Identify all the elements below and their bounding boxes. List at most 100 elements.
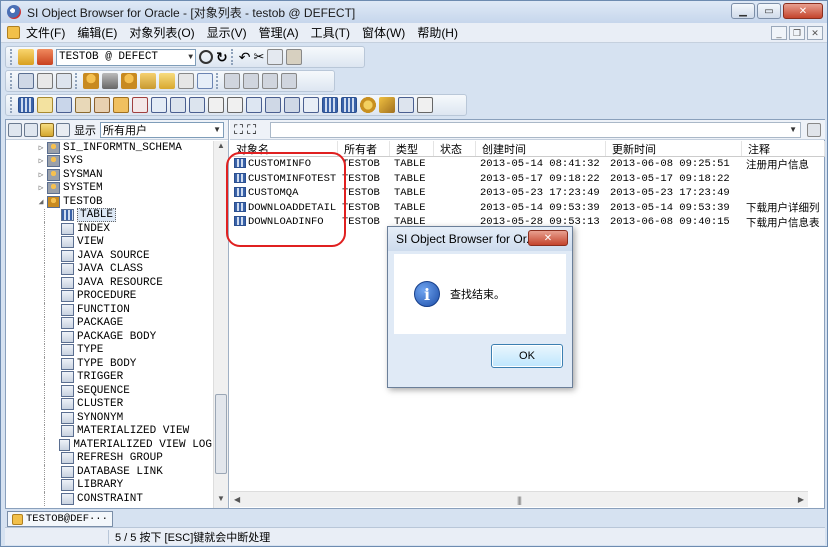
title-bar[interactable]: SI Object Browser for Oracle - [对象列表 - t… <box>1 1 827 23</box>
tree-node[interactable]: CONSTRAINT <box>6 492 212 506</box>
search-input[interactable]: ▼ <box>270 121 801 138</box>
tree-node[interactable]: FUNCTION <box>6 303 212 317</box>
tree-expander-icon[interactable]: ▷ <box>36 143 46 153</box>
menu-view[interactable]: 显示(V) <box>201 24 253 41</box>
database-icon[interactable] <box>102 73 118 89</box>
type-body-icon[interactable] <box>227 97 243 113</box>
tree-node[interactable]: SEQUENCE <box>6 384 212 398</box>
tree-node[interactable]: LIBRARY <box>6 478 212 492</box>
cut-icon[interactable]: ✂ <box>253 49 264 65</box>
tree-node[interactable]: ▷ SYSMAN <box>6 168 212 182</box>
tree-expander-icon[interactable]: ▷ <box>36 170 46 180</box>
table-row[interactable]: DOWNLOADDETAIL TESTOB TABLE 2013-05-14 09:5… <box>230 201 825 215</box>
tree-node[interactable]: DATABASE LINK <box>6 465 212 479</box>
tree-node[interactable]: ▷ SYSTEM <box>6 182 212 196</box>
menu-edit[interactable]: 编辑(E) <box>71 24 123 41</box>
tree-expander-icon[interactable]: ▷ <box>36 183 46 193</box>
ok-button[interactable]: OK <box>491 344 563 368</box>
refresh-icon[interactable]: ↻ <box>216 49 228 66</box>
materialized-view-icon[interactable] <box>322 97 338 113</box>
tree-node[interactable]: JAVA SOURCE <box>6 249 212 263</box>
menu-window[interactable]: 窗体(W) <box>356 24 411 41</box>
menu-object-list[interactable]: 对象列表(O) <box>123 24 200 41</box>
col-type[interactable]: 类型 <box>390 141 434 156</box>
toolbar-grip[interactable] <box>10 97 13 113</box>
toolbar-grip[interactable] <box>10 73 13 89</box>
table-row[interactable]: CUSTOMQA TESTOB TABLE 2013-05-23 17:23:49 20… <box>230 186 825 201</box>
table-row[interactable]: CUSTOMINFOTEST TESTOB TABLE 2013-05-17 09:1… <box>230 172 825 187</box>
schema-icon[interactable] <box>262 73 278 89</box>
disconnect-icon[interactable] <box>37 49 53 65</box>
undo-icon[interactable]: ↶ <box>239 49 251 66</box>
binoculars-icon[interactable]: ⛶ <box>234 122 243 138</box>
menu-admin[interactable]: 管理(A) <box>253 24 305 41</box>
tree-expander-icon[interactable]: ▷ <box>36 156 46 166</box>
tree-node[interactable]: JAVA RESOURCE <box>6 276 212 290</box>
procedure-icon[interactable] <box>132 97 148 113</box>
tree-node[interactable]: PROCEDURE <box>6 289 212 303</box>
stop-icon[interactable] <box>199 50 213 64</box>
tree-node[interactable]: ▷ SI_INFORMTN_SCHEMA <box>6 141 212 155</box>
java-source-icon[interactable] <box>75 97 91 113</box>
tree-node[interactable]: ▷ SYS <box>6 155 212 169</box>
menu-file[interactable]: 文件(F) <box>20 24 71 41</box>
tree-node[interactable]: CLUSTER <box>6 397 212 411</box>
group-icon[interactable] <box>40 122 54 137</box>
tree-node[interactable]: VIEW <box>6 235 212 249</box>
trigger-icon[interactable] <box>246 97 262 113</box>
grid-hscrollbar[interactable]: ◀ ||| ▶ <box>230 491 808 507</box>
tree-node[interactable]: MATERIALIZED VIEW LOG <box>6 438 212 452</box>
view-icon[interactable] <box>56 97 72 113</box>
paste-icon[interactable] <box>286 49 303 65</box>
synonym-icon[interactable] <box>303 97 319 113</box>
col-status[interactable]: 状态 <box>434 141 476 156</box>
package-icon[interactable] <box>170 97 186 113</box>
tree-node[interactable]: TABLE <box>6 208 212 223</box>
tree-node[interactable]: TYPE BODY <box>6 357 212 371</box>
options-icon[interactable] <box>807 122 821 137</box>
table-icon[interactable] <box>18 97 34 113</box>
scroll-up-icon[interactable]: ▲ <box>214 141 228 155</box>
menu-help[interactable]: 帮助(H) <box>411 24 464 41</box>
tree-node[interactable]: TRIGGER <box>6 370 212 384</box>
package-body-icon[interactable] <box>189 97 205 113</box>
connection-select[interactable]: TESTOB @ DEFECT ▼ <box>56 48 196 66</box>
maximize-button[interactable]: ▭ <box>757 3 781 19</box>
tab-testob[interactable]: TESTOB@DEF··· <box>7 511 113 527</box>
minimize-button[interactable]: ▁ <box>731 3 755 19</box>
col-comment[interactable]: 注释 <box>742 141 825 156</box>
report-icon[interactable] <box>56 73 72 89</box>
tree-node[interactable]: JAVA CLASS <box>6 262 212 276</box>
col-owner[interactable]: 所有者 <box>338 141 390 156</box>
col-updated[interactable]: 更新时间 <box>606 141 742 156</box>
col-created[interactable]: 创建时间 <box>476 141 606 156</box>
compare-icon[interactable] <box>281 73 297 89</box>
dialog-close-button[interactable]: ✕ <box>528 230 568 246</box>
database-link-icon[interactable] <box>379 97 395 113</box>
tree-expander-icon[interactable]: ◢ <box>36 197 46 207</box>
col-object-name[interactable]: 对象名 <box>230 141 338 156</box>
mdi-close-button[interactable]: ✕ <box>807 26 823 40</box>
find-next-icon[interactable]: ⛶ <box>247 122 256 138</box>
tree-node[interactable]: PACKAGE BODY <box>6 330 212 344</box>
chevron-down-icon[interactable]: ▼ <box>789 125 797 134</box>
sort-icon[interactable] <box>56 122 70 137</box>
index-icon[interactable] <box>37 97 53 113</box>
scroll-thumb[interactable] <box>215 394 227 474</box>
scroll-down-icon[interactable]: ▼ <box>214 494 228 508</box>
java-class-icon[interactable] <box>94 97 110 113</box>
scroll-left-icon[interactable]: ◀ <box>234 495 240 504</box>
java-resource-icon[interactable] <box>113 97 129 113</box>
editor-icon[interactable] <box>37 73 53 89</box>
tree-view-icon[interactable] <box>8 122 22 137</box>
sequence-icon[interactable] <box>265 97 281 113</box>
display-filter-select[interactable]: 所有用户 ▼ <box>100 121 224 138</box>
tree-node[interactable]: SYNONYM <box>6 411 212 425</box>
tree-node[interactable]: ◢ TESTOB <box>6 195 212 209</box>
mdi-restore-button[interactable]: ❐ <box>789 26 805 40</box>
cluster-icon[interactable] <box>284 97 300 113</box>
tree-node[interactable]: INDEX <box>6 222 212 236</box>
lock-icon[interactable] <box>140 73 156 89</box>
tablespace-icon[interactable] <box>159 73 175 89</box>
tree-scrollbar[interactable]: ▲ ▼ <box>213 141 228 508</box>
